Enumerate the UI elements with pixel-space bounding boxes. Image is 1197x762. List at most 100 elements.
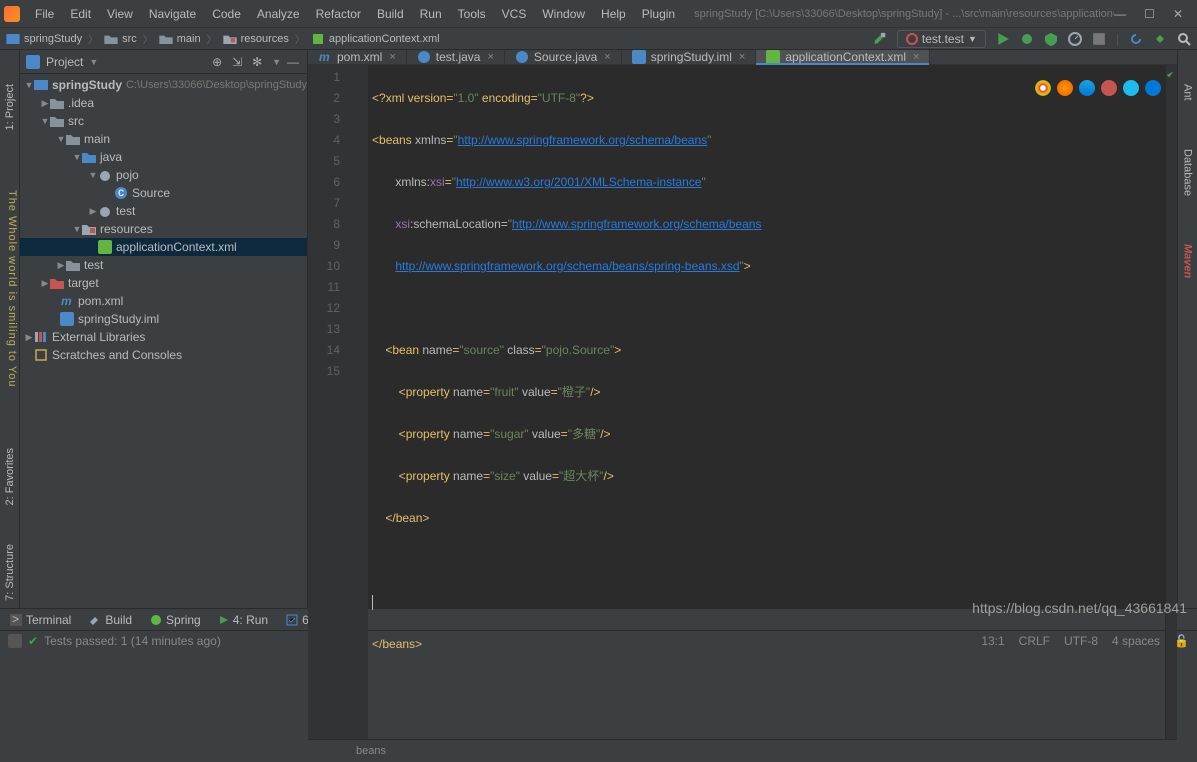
menu-tools[interactable]: Tools (451, 5, 493, 23)
menu-build[interactable]: Build (370, 5, 411, 23)
editor-tab-iml[interactable]: springStudy.iml× (622, 50, 757, 64)
tool-tab-favorites[interactable]: 2: Favorites (2, 444, 18, 509)
menu-help[interactable]: Help (594, 5, 633, 23)
breadcrumb-main[interactable]: main (177, 33, 201, 45)
expand-icon[interactable]: ⇲ (232, 55, 246, 69)
tree-idea[interactable]: ▶.idea (20, 94, 307, 112)
menu-navigate[interactable]: Navigate (142, 5, 203, 23)
update-icon[interactable] (1129, 32, 1143, 46)
tree-label: target (68, 276, 99, 290)
profile-icon[interactable] (1068, 32, 1082, 46)
tree-iml[interactable]: springStudy.iml (20, 310, 307, 328)
tool-tab-project[interactable]: 1: Project (2, 80, 18, 134)
breadcrumb-src[interactable]: src (122, 33, 137, 45)
tree-resources[interactable]: ▼resources (20, 220, 307, 238)
hide-icon[interactable]: — (287, 55, 301, 69)
tree-scratches[interactable]: Scratches and Consoles (20, 346, 307, 364)
maven-icon: m (60, 294, 74, 308)
safari-icon[interactable] (1079, 80, 1095, 96)
project-tree[interactable]: ▼ springStudy C:\Users\33066\Desktop\spr… (20, 74, 307, 608)
close-icon[interactable]: × (389, 51, 395, 63)
search-icon[interactable] (1177, 32, 1191, 46)
target-folder-icon (50, 276, 64, 290)
breadcrumb-file[interactable]: applicationContext.xml (329, 33, 440, 45)
tree-java[interactable]: ▼java (20, 148, 307, 166)
locate-icon[interactable]: ⊕ (212, 55, 226, 69)
window-title: springStudy [C:\Users\33066\Desktop\spri… (694, 8, 1114, 20)
menu-window[interactable]: Window (535, 5, 592, 23)
tree-source-class[interactable]: cSource (20, 184, 307, 202)
tool-tab-structure[interactable]: 7: Structure (2, 540, 18, 605)
tree-project-root[interactable]: ▼ springStudy C:\Users\33066\Desktop\spr… (20, 76, 307, 94)
commit-icon[interactable] (1153, 32, 1167, 46)
tool-tab-terminal[interactable]: >Terminal (10, 613, 71, 627)
editor-tab-testjava[interactable]: test.java× (407, 50, 505, 64)
tool-tab-ant[interactable]: Ant (1180, 80, 1196, 105)
editor-tab-appcontext[interactable]: applicationContext.xml× (756, 50, 930, 64)
resources-folder-icon (82, 222, 96, 236)
tree-src[interactable]: ▼src (20, 112, 307, 130)
tree-test-dir[interactable]: ▶test (20, 256, 307, 274)
coverage-icon[interactable] (1044, 32, 1058, 46)
hammer-icon[interactable] (873, 32, 887, 46)
tool-tab-build[interactable]: Build (89, 613, 132, 627)
edge-icon[interactable] (1145, 80, 1161, 96)
ie-icon[interactable] (1123, 80, 1139, 96)
tree-label: src (68, 114, 84, 128)
tool-tab-run[interactable]: 4: Run (219, 613, 268, 627)
tree-path: C:\Users\33066\Desktop\springStudy (126, 79, 307, 91)
spring-config-icon (98, 240, 112, 254)
tool-tab-maven[interactable]: Maven (1180, 240, 1196, 282)
close-icon[interactable]: × (913, 51, 919, 63)
project-dropdown[interactable]: Project (46, 55, 83, 69)
close-icon[interactable]: × (487, 51, 493, 63)
tree-appcontext[interactable]: applicationContext.xml (20, 238, 307, 256)
tool-tab-database[interactable]: Database (1180, 145, 1196, 200)
editor-breadcrumb[interactable]: beans (308, 739, 1177, 761)
tree-target[interactable]: ▶target (20, 274, 307, 292)
gear-icon[interactable]: ✻ (252, 55, 266, 69)
debug-icon[interactable] (1020, 32, 1034, 46)
menu-file[interactable]: File (28, 5, 61, 23)
tab-label: Source.java (534, 50, 597, 64)
breadcrumb-resources[interactable]: resources (241, 33, 289, 45)
stop-icon[interactable] (1092, 32, 1106, 46)
tree-pom[interactable]: mpom.xml (20, 292, 307, 310)
close-icon[interactable]: ✕ (1173, 7, 1183, 21)
tree-test-pkg[interactable]: ▶test (20, 202, 307, 220)
menu-code[interactable]: Code (205, 5, 248, 23)
menu-view[interactable]: View (100, 5, 140, 23)
run-icon[interactable] (996, 32, 1010, 46)
menu-refactor[interactable]: Refactor (309, 5, 368, 23)
error-stripe[interactable] (1165, 65, 1177, 739)
menu-plugin[interactable]: Plugin (635, 5, 682, 23)
maximize-icon[interactable]: ☐ (1144, 7, 1155, 21)
minimize-icon[interactable]: — (1114, 7, 1126, 21)
opera-icon[interactable] (1101, 80, 1117, 96)
tree-label: springStudy.iml (78, 312, 159, 326)
editor-tab-pom[interactable]: mpom.xml× (308, 50, 407, 64)
tree-label: test (116, 204, 135, 218)
class-icon: c (114, 186, 128, 200)
close-icon[interactable]: × (604, 51, 610, 63)
tree-main[interactable]: ▼main (20, 130, 307, 148)
tree-label: java (100, 150, 122, 164)
close-icon[interactable]: × (739, 51, 745, 63)
firefox-icon[interactable] (1057, 80, 1073, 96)
tree-label: test (84, 258, 103, 272)
chrome-icon[interactable] (1035, 80, 1051, 96)
run-config-selector[interactable]: test.test ▼ (897, 30, 986, 48)
menu-analyze[interactable]: Analyze (250, 5, 307, 23)
chevron-right-icon: 〉 (143, 31, 153, 46)
menu-vcs[interactable]: VCS (495, 5, 534, 23)
code-area[interactable]: 123456789101112131415 <?xml version="1.0… (308, 65, 1177, 739)
menu-edit[interactable]: Edit (63, 5, 98, 23)
tree-pojo[interactable]: ▼pojo (20, 166, 307, 184)
code-content[interactable]: <?xml version="1.0" encoding="UTF-8"?> <… (368, 65, 1165, 739)
breadcrumb-project[interactable]: springStudy (24, 33, 82, 45)
tool-tab-spring[interactable]: Spring (150, 613, 201, 627)
maven-icon: m (318, 50, 332, 64)
editor-tab-sourcejava[interactable]: Source.java × (505, 50, 622, 64)
tree-external-libs[interactable]: ▶External Libraries (20, 328, 307, 346)
menu-run[interactable]: Run (413, 5, 449, 23)
